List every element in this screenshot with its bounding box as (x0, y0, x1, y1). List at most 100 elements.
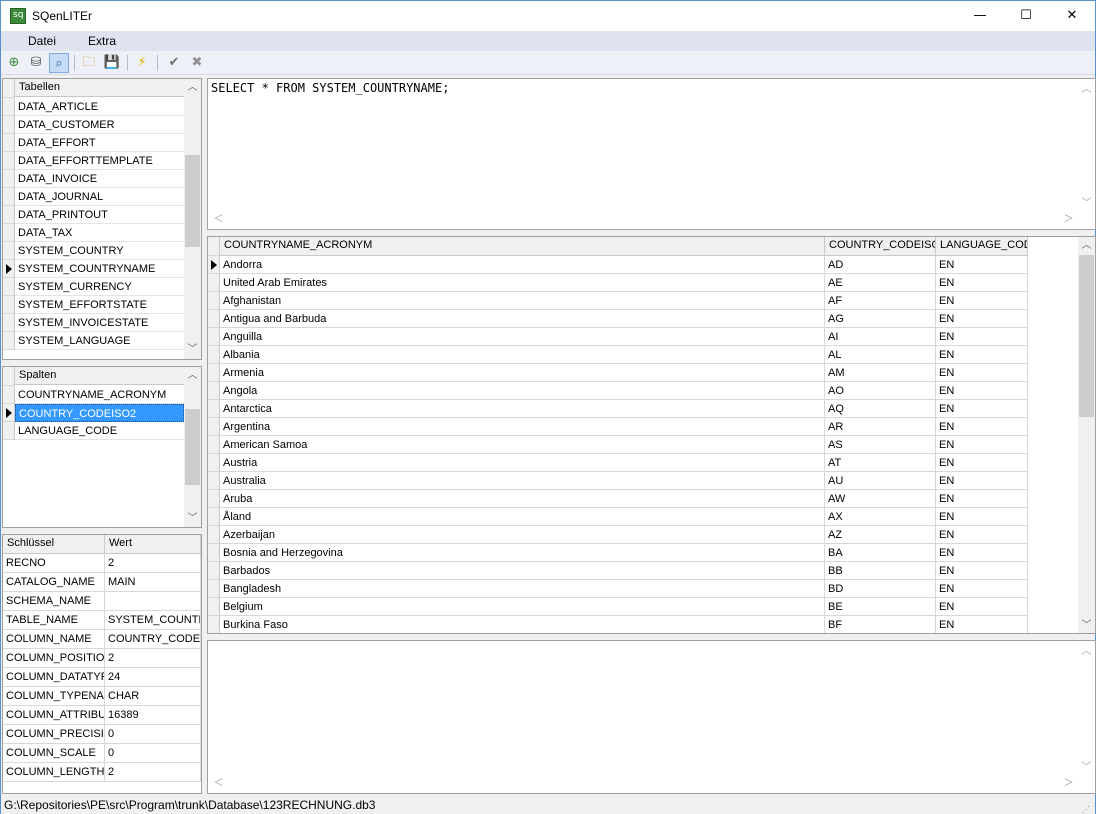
minimize-button[interactable]: — (957, 1, 1003, 31)
row-indicator[interactable] (208, 598, 220, 616)
result-cell[interactable]: Andorra (220, 256, 825, 274)
property-key[interactable]: COLUMN_SCALE (3, 744, 105, 763)
result-cell[interactable]: AE (825, 274, 936, 292)
result-cell[interactable]: AM (825, 364, 936, 382)
new-db-icon[interactable]: ⊕ (4, 53, 24, 73)
scroll-down-icon[interactable]: ﹀ (1078, 195, 1095, 212)
row-indicator[interactable] (208, 328, 220, 346)
result-cell[interactable]: AS (825, 436, 936, 454)
result-cell[interactable]: EN (936, 364, 1028, 382)
table-list-item[interactable]: SYSTEM_COUNTRYNAME (15, 260, 184, 278)
row-indicator[interactable] (208, 454, 220, 472)
property-value[interactable]: 2 (105, 763, 201, 782)
result-cell[interactable]: BF (825, 616, 936, 633)
execute-icon[interactable]: ⚡ (132, 53, 152, 73)
result-cell[interactable]: Anguilla (220, 328, 825, 346)
property-key[interactable]: COLUMN_POSITION (3, 649, 105, 668)
table-list-item[interactable]: DATA_PRINTOUT (15, 206, 184, 224)
commit-icon[interactable]: ✔ (164, 53, 184, 73)
result-cell[interactable]: AR (825, 418, 936, 436)
scroll-down-icon[interactable]: ﹀ (1078, 617, 1095, 633)
result-cell[interactable]: EN (936, 382, 1028, 400)
save-icon[interactable]: 💾 (102, 53, 122, 73)
property-key[interactable]: CATALOG_NAME (3, 573, 105, 592)
table-list-item[interactable]: SYSTEM_COUNTRY (15, 242, 184, 260)
row-indicator[interactable] (3, 188, 15, 206)
property-value[interactable]: 0 (105, 725, 201, 744)
result-cell[interactable]: AG (825, 310, 936, 328)
result-cell[interactable]: Burkina Faso (220, 616, 825, 633)
scroll-left-icon[interactable]: ＜ (210, 211, 227, 228)
scroll-up-icon[interactable]: ︿ (184, 79, 201, 96)
row-indicator[interactable] (3, 134, 15, 152)
sql-editor[interactable]: SELECT * FROM SYSTEM_COUNTRYNAME; ︿ ﹀ ＜ … (207, 78, 1096, 230)
property-value[interactable]: 2 (105, 554, 201, 573)
result-cell[interactable]: AZ (825, 526, 936, 544)
result-cell[interactable]: BE (825, 598, 936, 616)
property-key[interactable]: COLUMN_PRECISIO (3, 725, 105, 744)
result-cell[interactable]: AD (825, 256, 936, 274)
row-indicator[interactable] (3, 152, 15, 170)
result-cell[interactable]: Austria (220, 454, 825, 472)
result-cell[interactable]: Antigua and Barbuda (220, 310, 825, 328)
result-cell[interactable]: EN (936, 580, 1028, 598)
scroll-right-icon[interactable]: ＞ (1060, 211, 1077, 228)
row-indicator[interactable] (208, 400, 220, 418)
result-cell[interactable]: EN (936, 454, 1028, 472)
table-list-item[interactable]: DATA_EFFORT (15, 134, 184, 152)
maximize-button[interactable]: ☐ (1003, 1, 1049, 31)
result-cell[interactable]: EN (936, 562, 1028, 580)
scroll-up-icon[interactable]: ︿ (1078, 643, 1095, 660)
row-indicator[interactable] (208, 526, 220, 544)
result-cell[interactable]: AX (825, 508, 936, 526)
result-cell[interactable]: Barbados (220, 562, 825, 580)
column-header-codeiso2[interactable]: COUNTRY_CODEISO2 (825, 237, 936, 256)
property-value[interactable]: COUNTRY_CODEIS (105, 630, 201, 649)
table-list-item[interactable]: DATA_ARTICLE (15, 98, 184, 116)
table-list-item[interactable]: SYSTEM_EFFORTSTATE (15, 296, 184, 314)
row-indicator[interactable] (208, 616, 220, 633)
result-cell[interactable]: Armenia (220, 364, 825, 382)
scroll-thumb[interactable] (185, 409, 200, 485)
column-list-item[interactable]: COUNTRY_CODEISO2 (15, 404, 184, 422)
table-list-item[interactable]: SYSTEM_CURRENCY (15, 278, 184, 296)
scroll-down-icon[interactable]: ﹀ (184, 510, 201, 527)
scroll-up-icon[interactable]: ︿ (1078, 237, 1095, 254)
row-indicator[interactable] (208, 472, 220, 490)
result-cell[interactable]: EN (936, 400, 1028, 418)
row-indicator[interactable] (3, 170, 15, 188)
row-indicator[interactable] (3, 332, 15, 350)
row-indicator[interactable] (208, 364, 220, 382)
table-list-item[interactable]: SYSTEM_INVOICESTATE (15, 314, 184, 332)
row-indicator[interactable] (208, 544, 220, 562)
property-value[interactable]: CHAR (105, 687, 201, 706)
table-list-item[interactable]: SYSTEM_LANGUAGE (15, 332, 184, 350)
properties-value-header[interactable]: Wert (105, 535, 201, 554)
rollback-icon[interactable]: ✖ (187, 53, 207, 73)
row-indicator[interactable] (3, 224, 15, 242)
row-indicator[interactable] (208, 382, 220, 400)
result-cell[interactable]: BD (825, 580, 936, 598)
property-key[interactable]: COLUMN_LENGTH (3, 763, 105, 782)
row-indicator[interactable] (208, 508, 220, 526)
properties-key-header[interactable]: Schlüssel (3, 535, 105, 554)
scroll-up-icon[interactable]: ︿ (184, 367, 201, 384)
result-cell[interactable]: EN (936, 310, 1028, 328)
property-key[interactable]: COLUMN_NAME (3, 630, 105, 649)
table-list-item[interactable]: DATA_JOURNAL (15, 188, 184, 206)
result-cell[interactable]: AT (825, 454, 936, 472)
result-cell[interactable]: BA (825, 544, 936, 562)
result-cell[interactable]: EN (936, 274, 1028, 292)
result-cell[interactable]: EN (936, 256, 1028, 274)
table-list-item[interactable]: DATA_CUSTOMER (15, 116, 184, 134)
row-indicator[interactable] (3, 278, 15, 296)
scroll-down-icon[interactable]: ﹀ (184, 341, 201, 358)
result-cell[interactable]: EN (936, 472, 1028, 490)
row-indicator[interactable] (208, 292, 220, 310)
row-indicator[interactable] (208, 436, 220, 454)
property-value[interactable]: 24 (105, 668, 201, 687)
result-cell[interactable]: EN (936, 490, 1028, 508)
result-cell[interactable]: EN (936, 598, 1028, 616)
menu-datei[interactable]: Datei (28, 34, 56, 48)
column-header-acronym[interactable]: COUNTRYNAME_ACRONYM (220, 237, 825, 256)
